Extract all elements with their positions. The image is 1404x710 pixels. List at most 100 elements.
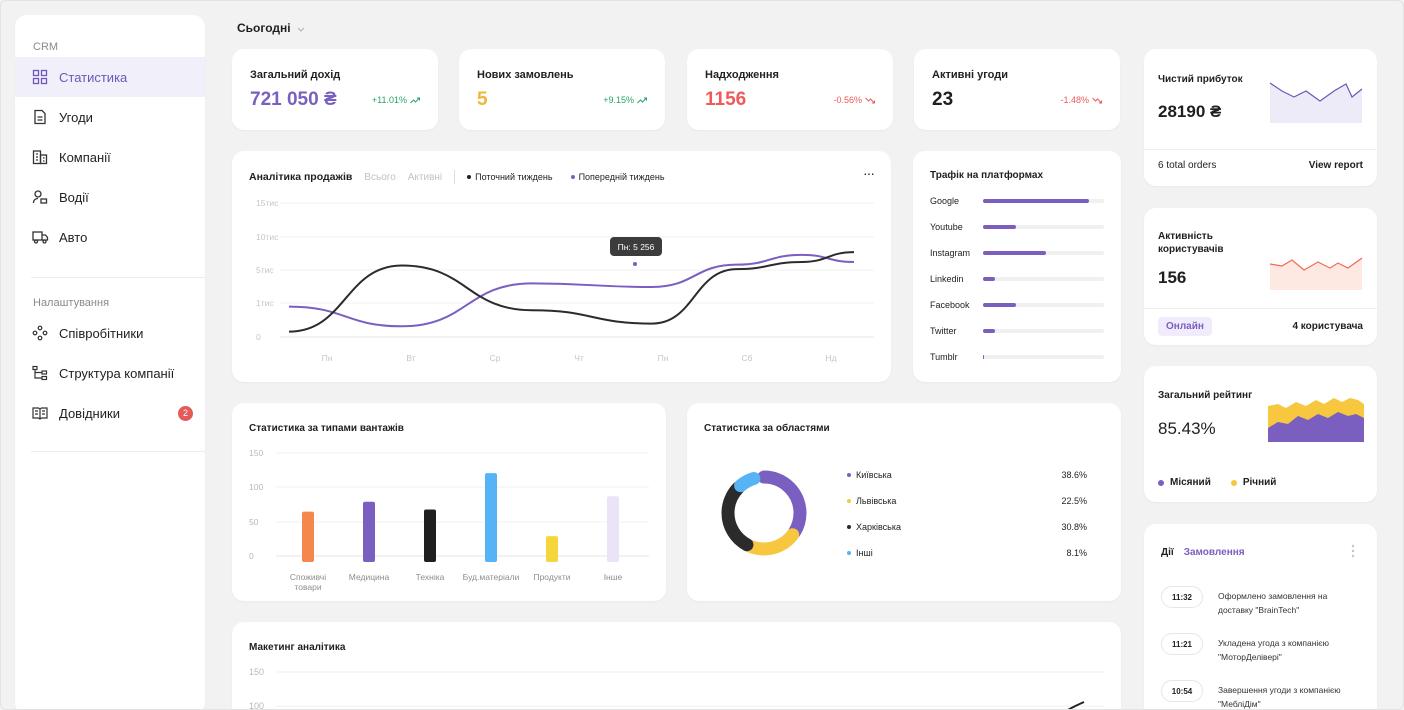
book-icon bbox=[31, 404, 49, 422]
sales-line-chart: 15тис 10тис 5тис 1тис 0 Пн Вт Ср Чт Пн Сб Нд Пн: 5 2… bbox=[256, 198, 874, 363]
orders-count: 6 total orders bbox=[1158, 160, 1217, 171]
y-tick-label: 150 bbox=[249, 448, 263, 458]
sidebar-item-label: Угоди bbox=[59, 109, 93, 125]
kpi-value: 5 bbox=[477, 89, 488, 110]
sidebar-item-label: Водії bbox=[59, 189, 89, 205]
sidebar-item-deals[interactable]: Угоди bbox=[15, 97, 205, 137]
people-network-icon bbox=[31, 324, 49, 342]
rating-area-chart bbox=[1268, 398, 1364, 442]
region-label: Львівська bbox=[856, 496, 897, 506]
sales-analytics-card: Аналітика продажів Всього Активні Поточн… bbox=[232, 151, 891, 382]
x-tick-label: Нд bbox=[825, 353, 836, 363]
kpi-change-value: -1.48% bbox=[1060, 95, 1089, 105]
traffic-bar-track bbox=[983, 329, 1104, 333]
traffic-bar-fill bbox=[983, 329, 995, 333]
legend-dot bbox=[847, 499, 851, 503]
online-badge: Онлайн bbox=[1158, 317, 1212, 336]
x-tick-label: Пн bbox=[658, 353, 669, 363]
x-tick-label: Споживчі bbox=[290, 572, 326, 582]
activity-sparkline bbox=[1269, 257, 1363, 290]
feed-text-line: "МебліДім" bbox=[1218, 699, 1261, 709]
traffic-bar-fill bbox=[983, 277, 995, 281]
region-value: 8.1% bbox=[1066, 548, 1087, 558]
kpi-change: +11.01% bbox=[372, 95, 420, 105]
kpi-value: 721 050 ₴ bbox=[250, 89, 337, 110]
bar-1 bbox=[363, 501, 375, 562]
bar-5 bbox=[607, 496, 619, 562]
tab-orders[interactable]: Замовлення bbox=[1184, 547, 1245, 558]
traffic-bar-track bbox=[983, 355, 1104, 359]
sidebar-item-statistics[interactable]: Статистика bbox=[15, 57, 205, 97]
sidebar-item-companies[interactable]: Компанії bbox=[15, 137, 205, 177]
kpi-change: +9.15% bbox=[603, 95, 647, 105]
series-line-current-week bbox=[288, 251, 855, 333]
profit-sparkline bbox=[1269, 82, 1363, 123]
legend-dot bbox=[847, 473, 851, 477]
region-label: Харківська bbox=[856, 522, 901, 532]
regions-chart-card: Статистика за областями Київська 38.6% Льв… bbox=[687, 403, 1121, 601]
bar-4 bbox=[546, 536, 558, 562]
kpi-value: 23 bbox=[932, 89, 954, 110]
highlight-point bbox=[632, 261, 638, 267]
sidebar-item-label: Довідники bbox=[59, 405, 120, 421]
document-icon bbox=[31, 108, 49, 126]
y-tick-label: 1тис bbox=[256, 298, 274, 308]
kpi-title: Надходження bbox=[705, 69, 779, 81]
marketing-card: Макетинг аналітика 150 100 bbox=[232, 622, 1121, 709]
kpi-card-active-deals: Активні угоди 23 -1.48% bbox=[914, 49, 1120, 130]
traffic-label: Google bbox=[930, 196, 960, 206]
trend-down-icon bbox=[1092, 97, 1102, 103]
sidebar-item-structure[interactable]: Структура компанії bbox=[15, 353, 205, 393]
cargo-bar-chart: 150 100 50 0 Споживчітовари Медицина Техніка Бу… bbox=[249, 448, 649, 592]
kpi-change-value: -0.56% bbox=[833, 95, 862, 105]
bar-2 bbox=[424, 509, 436, 562]
kpi-title: Загальний дохід bbox=[250, 69, 341, 81]
legend-dot bbox=[1230, 479, 1237, 486]
sidebar-item-directories[interactable]: Довідники 2 bbox=[15, 393, 205, 433]
trend-up-icon bbox=[637, 97, 647, 103]
traffic-label: Facebook bbox=[930, 300, 970, 310]
profit-card: Чистий прибуток 28190 ₴ 6 total orders V… bbox=[1144, 49, 1377, 186]
sidebar-item-cars[interactable]: Авто bbox=[15, 217, 205, 257]
tab-actions[interactable]: Дії bbox=[1161, 547, 1174, 558]
notification-badge: 2 bbox=[178, 405, 193, 421]
sidebar: CRM Статистика Угоди Компанії Водії Авто… bbox=[15, 15, 205, 709]
trend-down-icon bbox=[865, 97, 875, 103]
chevron-down-icon bbox=[297, 21, 305, 35]
kebab-menu-icon[interactable] bbox=[1351, 544, 1355, 563]
app-frame: CRM Статистика Угоди Компанії Водії Авто… bbox=[0, 0, 1404, 710]
hierarchy-icon bbox=[31, 364, 49, 382]
sidebar-item-employees[interactable]: Співробітники bbox=[15, 313, 205, 353]
sidebar-item-label: Статистика bbox=[59, 69, 128, 85]
traffic-label: Instagram bbox=[930, 248, 971, 258]
rating-legend: Місяний Річний bbox=[1158, 477, 1276, 488]
feed-time-chip: 10:54 bbox=[1161, 680, 1203, 702]
grid-icon bbox=[31, 68, 49, 86]
traffic-title: Трафік на платформах bbox=[930, 170, 1044, 181]
x-tick-label: Пн bbox=[322, 353, 333, 363]
feed-text-line: доставку "BrainTech" bbox=[1218, 605, 1300, 615]
feed-time-chip: 11:21 bbox=[1161, 633, 1203, 655]
kpi-change: -0.56% bbox=[833, 95, 875, 105]
truck-icon bbox=[31, 228, 49, 246]
feed-text-line: Оформлено замовлення на bbox=[1218, 591, 1328, 601]
region-label: Інші bbox=[856, 548, 873, 558]
period-label: Сьогодні bbox=[237, 21, 291, 35]
sidebar-item-drivers[interactable]: Водії bbox=[15, 177, 205, 217]
x-tick-label: Чт bbox=[574, 353, 584, 363]
y-tick-label: 0 bbox=[249, 551, 254, 561]
kpi-change: -1.48% bbox=[1060, 95, 1102, 105]
view-report-link[interactable]: View report bbox=[1309, 160, 1363, 171]
x-tick-label: Сб bbox=[741, 353, 752, 363]
legend-dot bbox=[847, 525, 851, 529]
legend-dot bbox=[847, 551, 851, 555]
sidebar-divider bbox=[31, 277, 205, 278]
region-label: Київська bbox=[856, 470, 892, 480]
feed-time-chip: 11:32 bbox=[1161, 586, 1203, 608]
sidebar-item-label: Авто bbox=[59, 229, 88, 245]
period-dropdown[interactable]: Сьогодні bbox=[237, 21, 305, 35]
bar-0 bbox=[302, 511, 314, 562]
region-legend-item: Київська 38.6% bbox=[847, 469, 1087, 481]
x-tick-label: Вт bbox=[406, 353, 415, 363]
region-value: 22.5% bbox=[1061, 496, 1087, 506]
